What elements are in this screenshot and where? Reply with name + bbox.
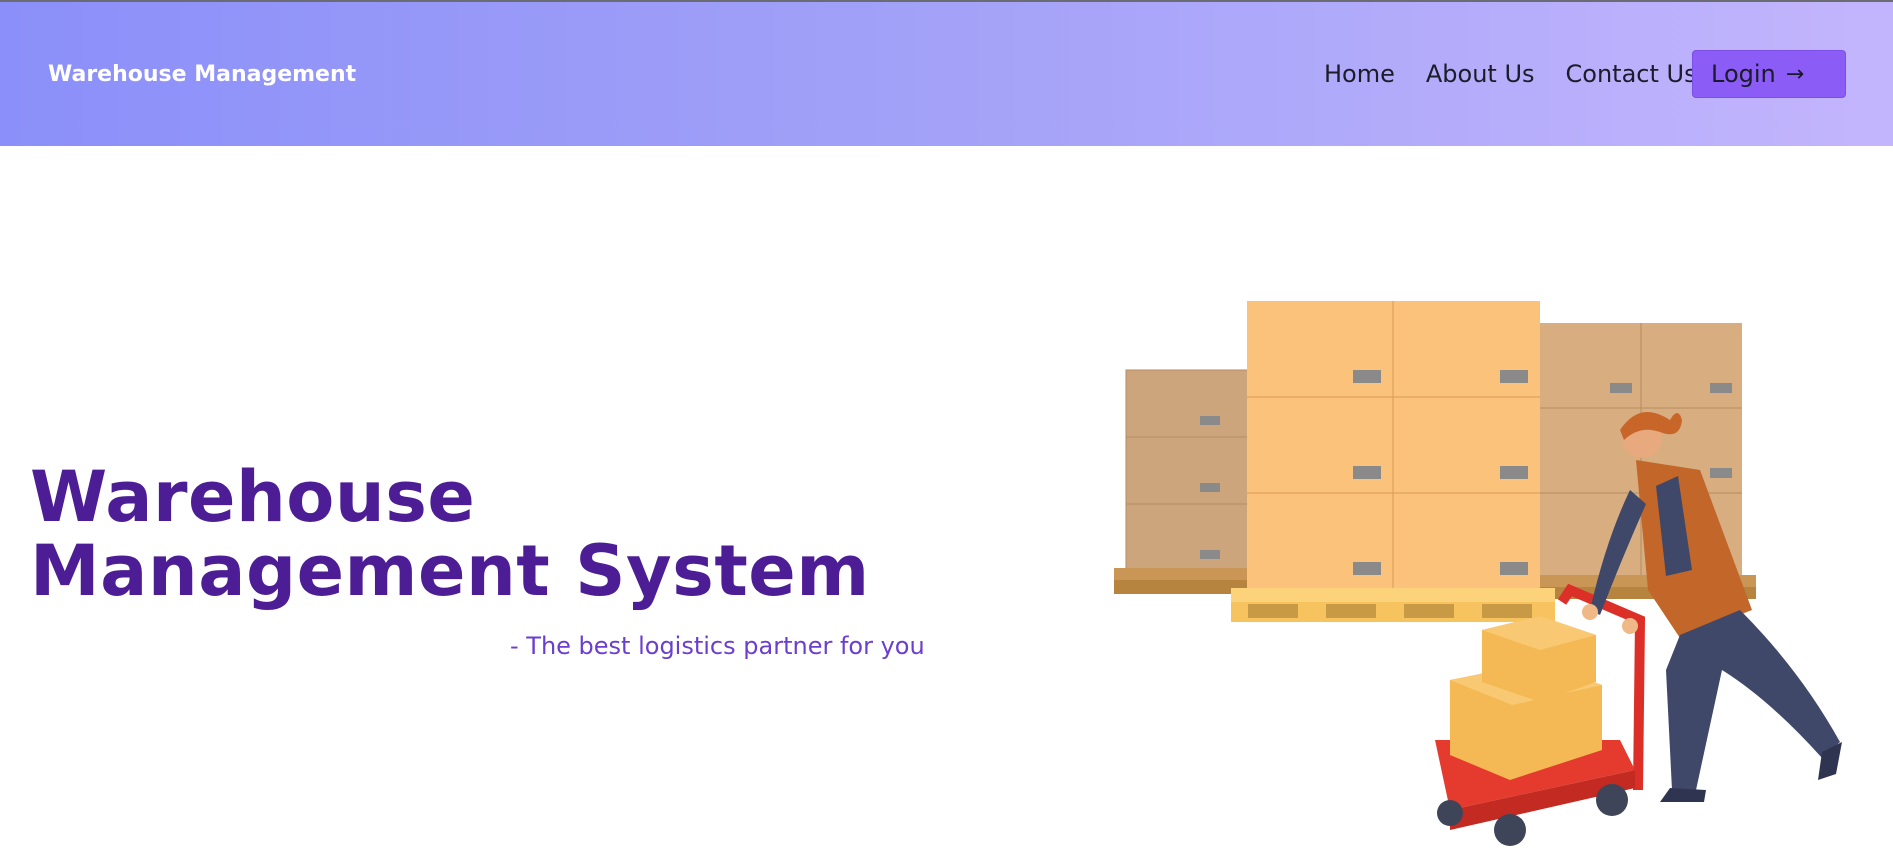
hero-subtitle: - The best logistics partner for you	[510, 632, 925, 660]
front-box-stack	[1231, 301, 1555, 622]
hero-title: Warehouse Management System	[30, 460, 870, 608]
warehouse-worker-illustration	[1114, 301, 1842, 846]
arrow-right-icon: →	[1785, 61, 1805, 87]
hero-title-line1: Warehouse	[30, 456, 476, 538]
hand-cart	[1435, 583, 1646, 846]
nav-links: Home About Us Contact Us	[1324, 60, 1697, 88]
hero-title-line2: Management System	[30, 530, 870, 612]
navbar: Warehouse Management Home About Us Conta…	[0, 2, 1893, 146]
nav-link-about-us[interactable]: About Us	[1426, 60, 1535, 88]
login-button-label: Login	[1711, 60, 1776, 88]
back-left-box-stack	[1114, 369, 1254, 594]
brand-logo[interactable]: Warehouse Management	[48, 62, 356, 87]
nav-link-contact-us[interactable]: Contact Us	[1566, 60, 1697, 88]
login-button[interactable]: Login →	[1692, 50, 1846, 98]
nav-link-home[interactable]: Home	[1324, 60, 1395, 88]
